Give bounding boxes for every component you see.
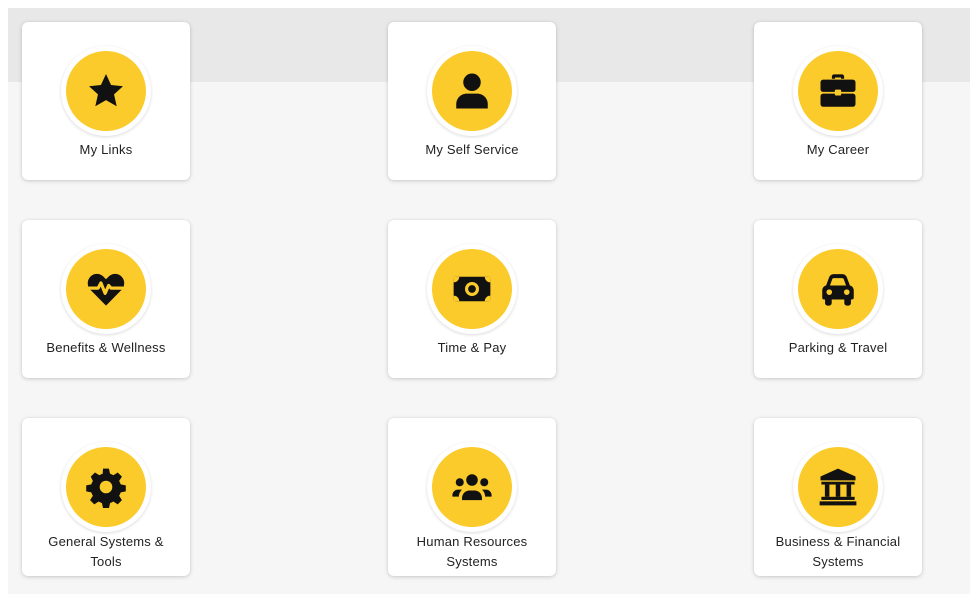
tile-label-line: Tools <box>90 554 122 569</box>
tile-label: Business & Financial Systems <box>760 532 916 572</box>
tile-label-line: Time & Pay <box>437 340 507 355</box>
tile-label-line: General Systems & <box>48 534 164 549</box>
tile-my-self-service[interactable]: My Self Service <box>388 22 556 180</box>
tile-label: My Self Service <box>394 140 550 160</box>
user-icon <box>432 51 512 131</box>
tile-label-line: Benefits & Wellness <box>46 340 166 355</box>
tile-my-links[interactable]: My Links <box>22 22 190 180</box>
tile-my-career[interactable]: My Career <box>754 22 922 180</box>
tile-label-line: My Career <box>806 142 870 157</box>
icon-ring <box>61 46 151 136</box>
heartbeat-icon <box>66 249 146 329</box>
tile-label-line: Systems <box>812 554 864 569</box>
icon-ring <box>427 442 517 532</box>
briefcase-icon <box>798 51 878 131</box>
icon-ring <box>61 244 151 334</box>
cog-icon <box>66 447 146 527</box>
tile-label: Time & Pay <box>394 338 550 358</box>
tile-label-line: My Links <box>79 142 133 157</box>
tile-benefits-wellness[interactable]: Benefits & Wellness <box>22 220 190 378</box>
tile-label: Parking & Travel <box>760 338 916 358</box>
star-icon <box>66 51 146 131</box>
icon-ring <box>61 442 151 532</box>
money-bill-icon <box>432 249 512 329</box>
car-icon <box>798 249 878 329</box>
tile-label: Benefits & Wellness <box>28 338 184 358</box>
bank-icon <box>798 447 878 527</box>
tile-label-line: Human Resources <box>416 534 528 549</box>
tile-human-resources-systems[interactable]: Human Resources Systems <box>388 418 556 576</box>
tile-general-systems-tools[interactable]: General Systems & Tools <box>22 418 190 576</box>
tile-label: Human Resources Systems <box>394 532 550 572</box>
icon-ring <box>793 46 883 136</box>
tile-label-line: Business & Financial <box>775 534 901 549</box>
icon-ring <box>427 244 517 334</box>
tile-label-line: Parking & Travel <box>788 340 888 355</box>
icon-ring <box>793 442 883 532</box>
tile-label: My Career <box>760 140 916 160</box>
tile-label-line: My Self Service <box>425 142 519 157</box>
tile-time-pay[interactable]: Time & Pay <box>388 220 556 378</box>
tile-label: General Systems & Tools <box>28 532 184 572</box>
page: My Links My Self Service My Career Benef… <box>0 0 970 598</box>
icon-ring <box>427 46 517 136</box>
tile-label-line: Systems <box>446 554 498 569</box>
icon-ring <box>793 244 883 334</box>
users-icon <box>432 447 512 527</box>
tile-business-financial-systems[interactable]: Business & Financial Systems <box>754 418 922 576</box>
tile-parking-travel[interactable]: Parking & Travel <box>754 220 922 378</box>
tile-label: My Links <box>28 140 184 160</box>
